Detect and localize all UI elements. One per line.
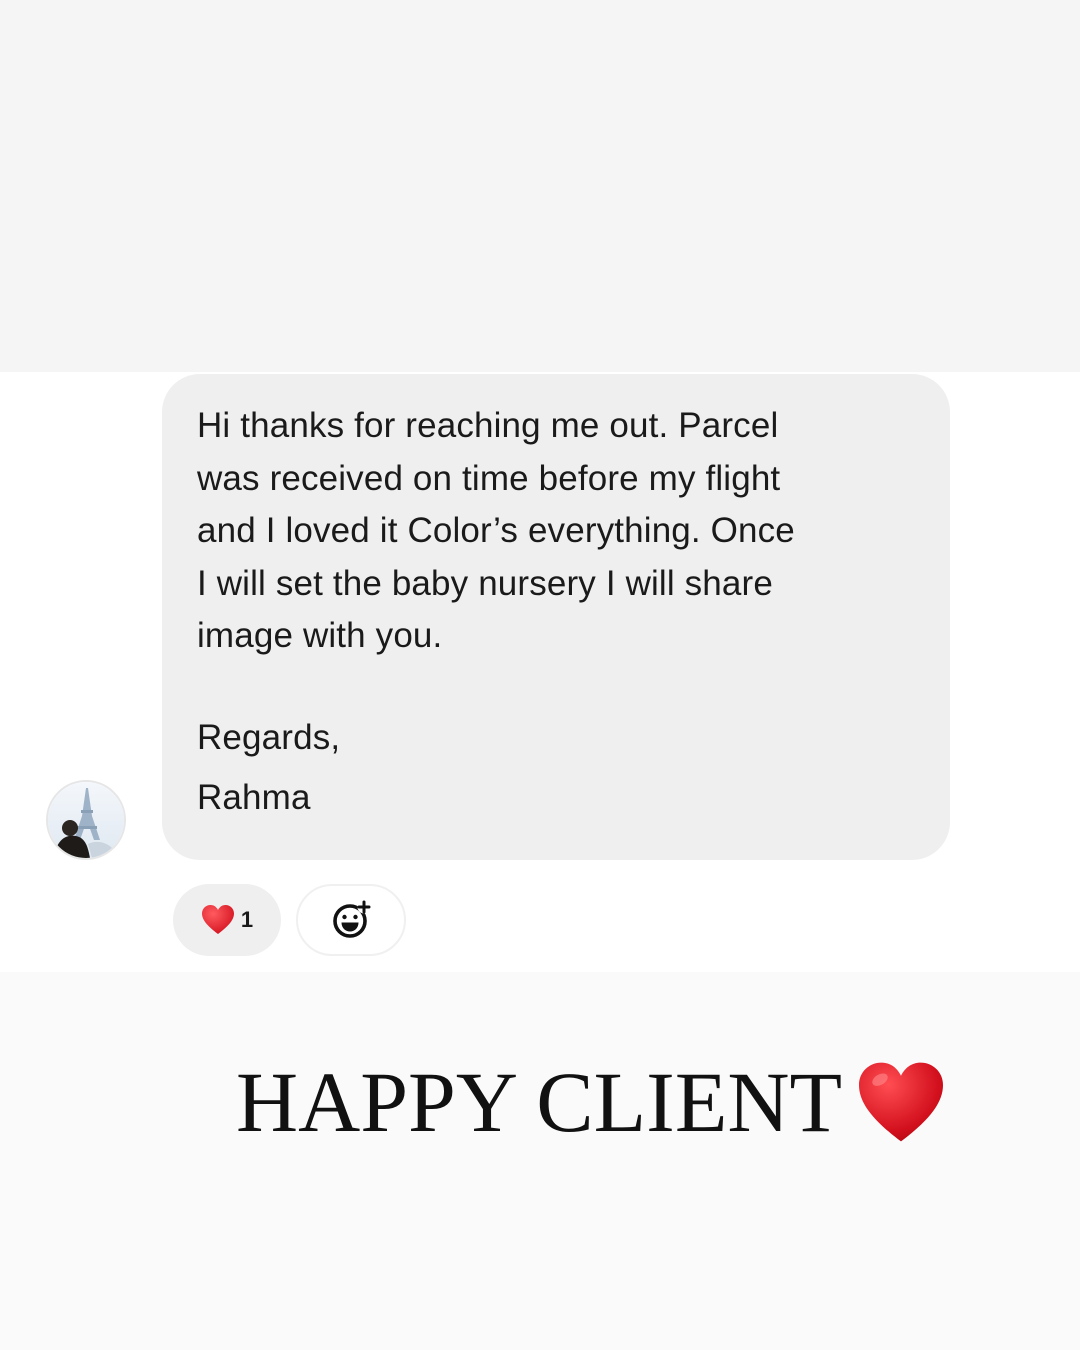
message-line: Hi thanks for reaching me out. Parcel	[197, 406, 779, 445]
caption-title: HAPPY CLIENT	[236, 1054, 842, 1150]
message-closing: Regards,	[197, 717, 341, 757]
red-heart-icon	[201, 905, 234, 934]
add-reaction-button[interactable]	[296, 884, 406, 956]
caption-area	[0, 972, 1080, 1350]
add-reaction-smiley-icon	[333, 900, 371, 938]
message-bubble[interactable]: Hi thanks for reaching me out. Parcel wa…	[162, 374, 950, 860]
message-signature: Rahma	[197, 777, 311, 817]
reaction-count: 1	[240, 907, 254, 932]
sender-avatar[interactable]	[46, 780, 126, 860]
message-line: and I loved it Color’s everything. Once	[197, 511, 795, 550]
message-line: image with you.	[197, 616, 443, 655]
message-line: was received on time before my flight	[197, 458, 781, 498]
avatar-photo-icon	[48, 782, 124, 858]
message-line: I will set the baby nursery I will share	[197, 563, 773, 603]
red-heart-icon	[859, 1062, 943, 1142]
heart-reaction-button[interactable]: 1	[173, 884, 281, 956]
top-blank-area	[0, 0, 1080, 372]
caption: HAPPY CLIENT	[236, 1052, 946, 1152]
